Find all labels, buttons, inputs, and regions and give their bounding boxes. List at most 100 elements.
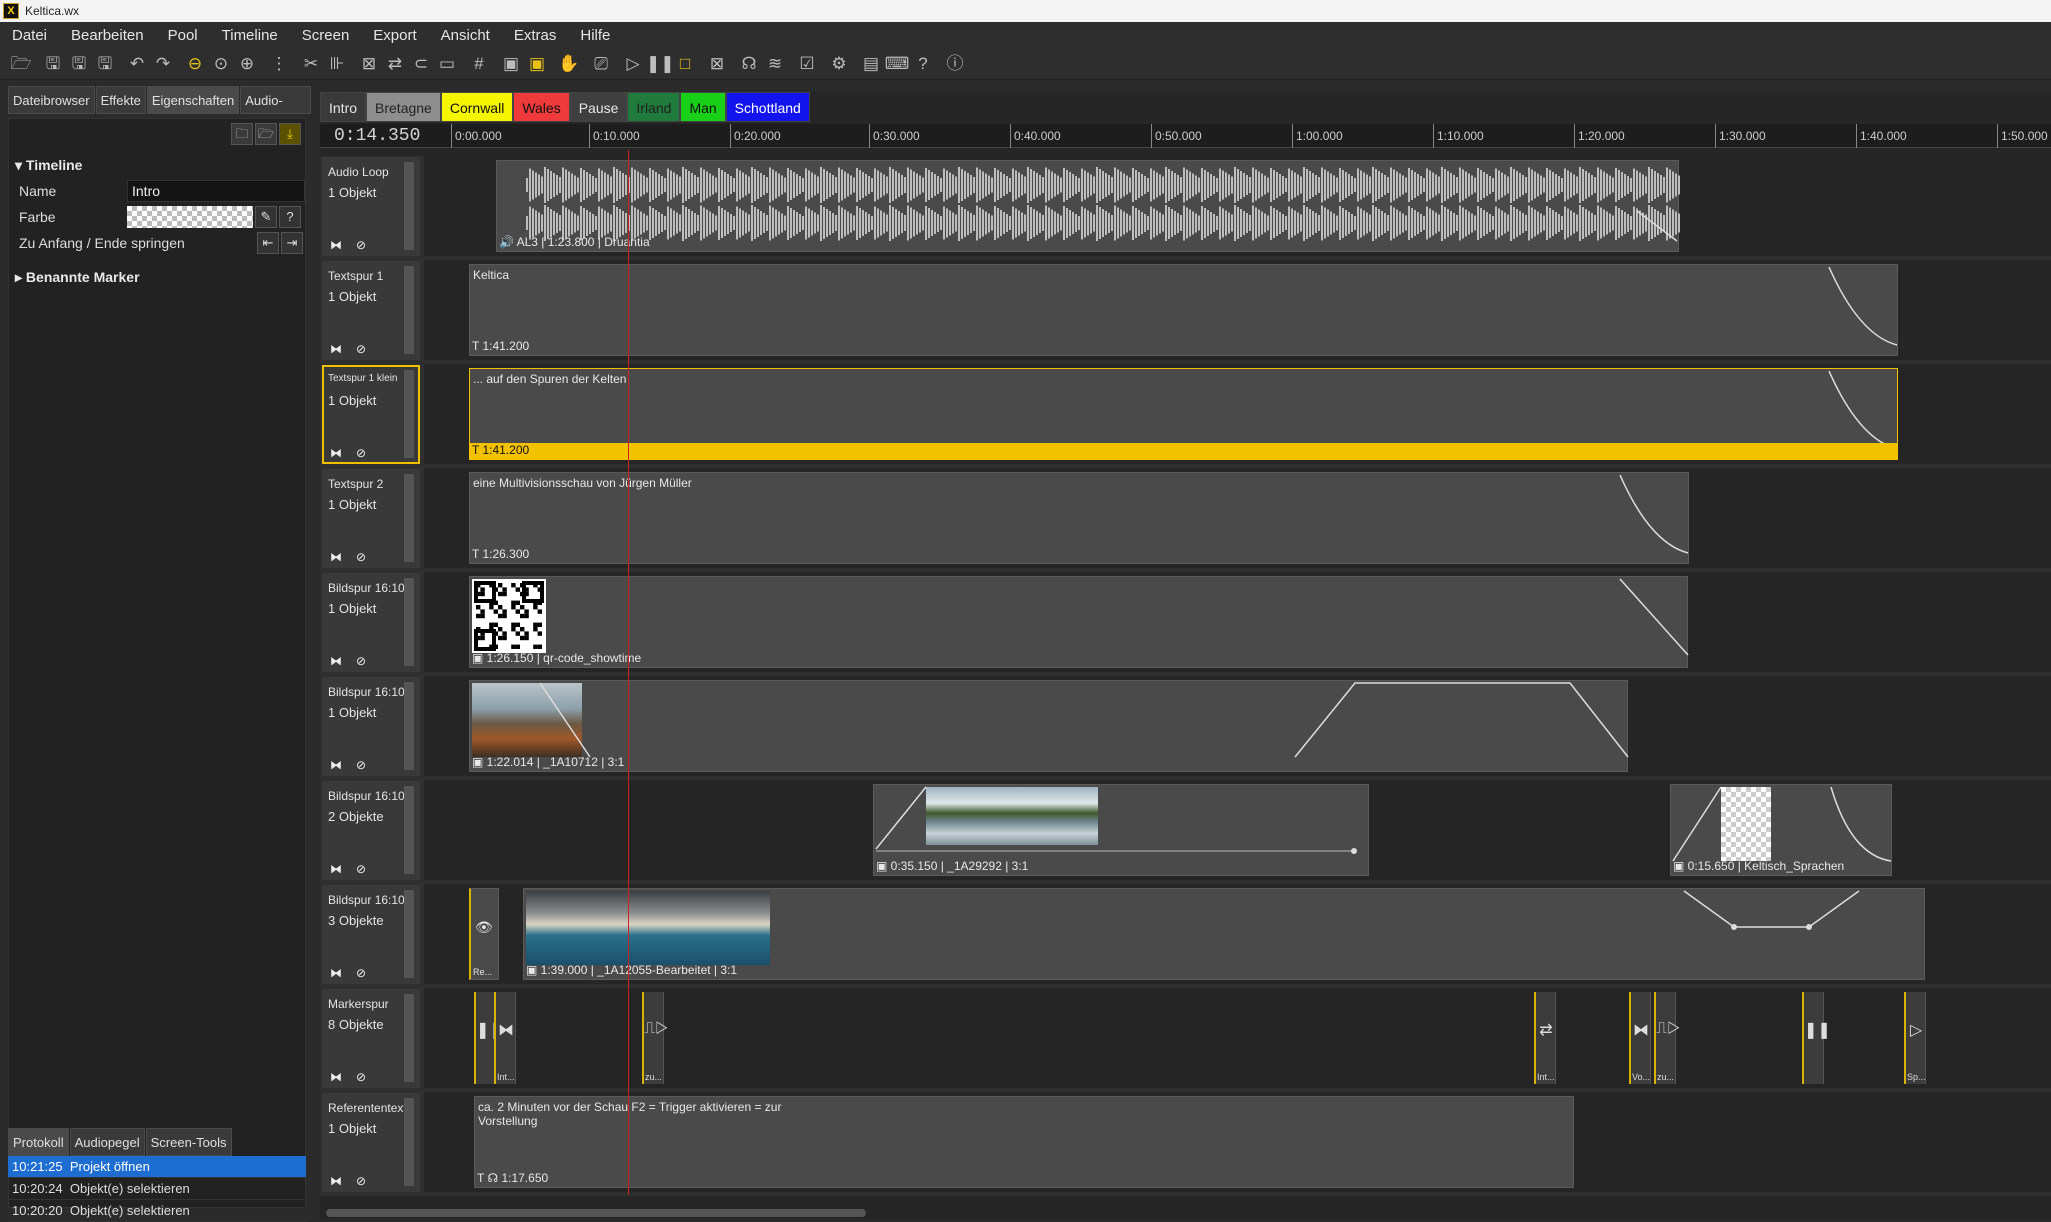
collapse-icon[interactable]: ⧓ <box>330 1070 342 1084</box>
cut-icon[interactable]: ✂ <box>298 52 324 76</box>
save-all-icon[interactable]: 🖫 <box>92 52 118 76</box>
text-object[interactable]: Keltica T 1:41.200 <box>469 264 1898 356</box>
split-icon[interactable]: ⊪ <box>324 52 350 76</box>
marker-object[interactable]: ⎍▷ zu... <box>1654 992 1680 1084</box>
wifi-icon[interactable]: ≋ <box>762 52 788 76</box>
clapper-icon[interactable]: ⎚ <box>588 52 614 76</box>
audio-object[interactable]: 🔊 AL3 | 1:23.800 | Druantia <box>496 160 1680 252</box>
hand-icon[interactable]: ✋ <box>556 52 582 76</box>
tab-protokoll[interactable]: Protokoll <box>8 1128 69 1156</box>
text-object[interactable]: eine Multivisionsschau von Jürgen Müller… <box>469 472 1689 564</box>
mute-icon[interactable]: ⊘ <box>356 654 366 668</box>
mute-icon[interactable]: ⊘ <box>356 1070 366 1084</box>
help-icon[interactable]: ? <box>279 206 301 228</box>
marker-object[interactable]: ❚❚ <box>1802 992 1831 1084</box>
mute-icon[interactable]: ⊘ <box>356 966 366 980</box>
track-scrollbar[interactable] <box>404 786 414 874</box>
section-named-markers[interactable]: ▸ Benannte Marker <box>15 269 140 286</box>
time-ruler[interactable]: 0:14.350 0:00.000 0:10.000 0:20.000 0:30.00… <box>320 124 2051 148</box>
marker-object[interactable]: ❚❚ <box>474 992 503 1084</box>
screen-icon[interactable]: ▣ <box>498 52 524 76</box>
mute-icon[interactable]: ⊘ <box>356 342 366 356</box>
grid-icon[interactable]: # <box>466 52 492 76</box>
collapse-icon[interactable]: ⧓ <box>330 550 342 564</box>
jump-start-icon[interactable]: ⇤ <box>257 232 279 254</box>
jump-end-icon[interactable]: ⇥ <box>281 232 303 254</box>
swap-icon[interactable]: ⇄ <box>382 52 408 76</box>
menu-screen[interactable]: Screen <box>290 27 362 44</box>
chapter-tab[interactable]: Cornwall <box>440 92 514 122</box>
collapse-icon[interactable]: ⧓ <box>330 1174 342 1188</box>
track-scrollbar[interactable] <box>404 682 414 770</box>
tab-audio-plugins[interactable]: Audio-Plugins <box>240 86 311 136</box>
stop-icon[interactable]: □ <box>672 52 698 76</box>
mute-icon[interactable]: ⊘ <box>356 862 366 876</box>
mute-icon[interactable]: ⊘ <box>356 550 366 564</box>
menu-export[interactable]: Export <box>361 27 428 44</box>
chapter-tab[interactable]: Pause <box>569 92 628 122</box>
image-object[interactable]: ▣ 1:39.000 | _1A12055-Bearbeitet | 3:1 <box>523 888 1925 980</box>
section-timeline[interactable]: ▾ Timeline <box>15 157 82 174</box>
track-scrollbar[interactable] <box>404 474 414 562</box>
image-object[interactable]: ▣ 1:22.014 | _1A10712 | 3:1 <box>469 680 1629 772</box>
chapter-tab[interactable]: Intro <box>320 92 367 122</box>
track-scrollbar[interactable] <box>404 578 414 666</box>
marker-object[interactable]: ▷ Sp... <box>1904 992 1926 1084</box>
eye-icon[interactable]: 👁 <box>475 919 493 936</box>
track-scrollbar[interactable] <box>404 1098 414 1186</box>
comments-icon[interactable]: ▤ <box>858 52 884 76</box>
track-scrollbar[interactable] <box>404 162 414 250</box>
folder-icon[interactable]: 🗀 <box>231 123 253 145</box>
menu-datei[interactable]: Datei <box>0 27 59 44</box>
log-row[interactable]: 10:21:25 Projekt öffnen <box>8 1156 306 1178</box>
tab-screen-tools[interactable]: Screen-Tools <box>145 1128 232 1156</box>
collapse-icon[interactable]: ⧓ <box>330 758 342 772</box>
track-scrollbar[interactable] <box>404 266 414 354</box>
tab-dateibrowser[interactable]: Dateibrowser <box>8 86 95 114</box>
pause-icon[interactable]: ❚❚ <box>646 52 675 76</box>
menu-hilfe[interactable]: Hilfe <box>568 27 622 44</box>
menu-timeline[interactable]: Timeline <box>210 27 290 44</box>
play-icon[interactable]: ▷ <box>620 52 646 76</box>
info-icon[interactable]: ⓘ <box>942 52 968 76</box>
collapse-icon[interactable]: ⧓ <box>330 862 342 876</box>
log-row[interactable]: 10:20:24 Objekt(e) selektieren <box>8 1178 306 1200</box>
marker-object[interactable]: ⧓ Int... <box>494 992 516 1084</box>
small-object[interactable]: 👁 Re... <box>469 888 499 980</box>
marker-object[interactable]: ⧓ Vo... <box>1629 992 1651 1084</box>
undo-icon[interactable]: ↶ <box>124 52 150 76</box>
zoom-out-icon[interactable]: ⊖ <box>182 52 208 76</box>
ruler-icon[interactable]: ▭ <box>434 52 460 76</box>
help-icon[interactable]: ? <box>910 52 936 76</box>
crop-icon[interactable]: ⊠ <box>356 52 382 76</box>
menu-pool[interactable]: Pool <box>156 27 210 44</box>
grid-align-icon[interactable]: ⋮ <box>266 52 292 76</box>
mute-icon[interactable]: ⊘ <box>356 446 366 460</box>
magnet-icon[interactable]: ⊂ <box>408 52 434 76</box>
mute-icon[interactable]: ⊘ <box>356 238 366 252</box>
marker-object[interactable]: ⎍▷ zu... <box>642 992 668 1084</box>
save-as-icon[interactable]: 🖫 <box>66 52 92 76</box>
zoom-fit-icon[interactable]: ⊙ <box>208 52 234 76</box>
monitor-icon[interactable]: ▣ <box>524 52 550 76</box>
chapter-tab[interactable]: Bretagne <box>366 92 441 122</box>
checklist-icon[interactable]: ☑ <box>794 52 820 76</box>
image-object[interactable]: ▣ 1:26.150 | qr-code_showtime <box>469 576 1689 668</box>
mute-icon[interactable]: ⊘ <box>356 1174 366 1188</box>
tab-effekte[interactable]: Effekte <box>95 86 146 114</box>
collapse-icon[interactable]: ⧓ <box>330 966 342 980</box>
collapse-icon[interactable]: ⧓ <box>330 654 342 668</box>
name-field[interactable]: Intro <box>127 180 305 202</box>
reference-text-object[interactable]: ca. 2 Minuten vor der Schau F2 = Trigger… <box>474 1096 1574 1188</box>
save-icon[interactable]: 🖫 <box>40 52 66 76</box>
chapter-tab[interactable]: Irland <box>627 92 681 122</box>
image-object[interactable]: ▣ 0:15.650 | Keltisch_Sprachen <box>1670 784 1892 876</box>
chapter-tab[interactable]: Schottland <box>725 92 810 122</box>
tab-audiopegel[interactable]: Audiopegel <box>69 1128 145 1156</box>
remote-icon[interactable]: ☊ <box>736 52 762 76</box>
collapse-icon[interactable]: ⧓ <box>330 446 342 460</box>
image-object[interactable]: ▣ 0:35.150 | _1A29292 | 3:1 <box>873 784 1369 876</box>
track-scrollbar[interactable] <box>404 370 414 458</box>
collapse-icon[interactable]: ⧓ <box>330 238 342 252</box>
track-scrollbar[interactable] <box>404 994 414 1082</box>
